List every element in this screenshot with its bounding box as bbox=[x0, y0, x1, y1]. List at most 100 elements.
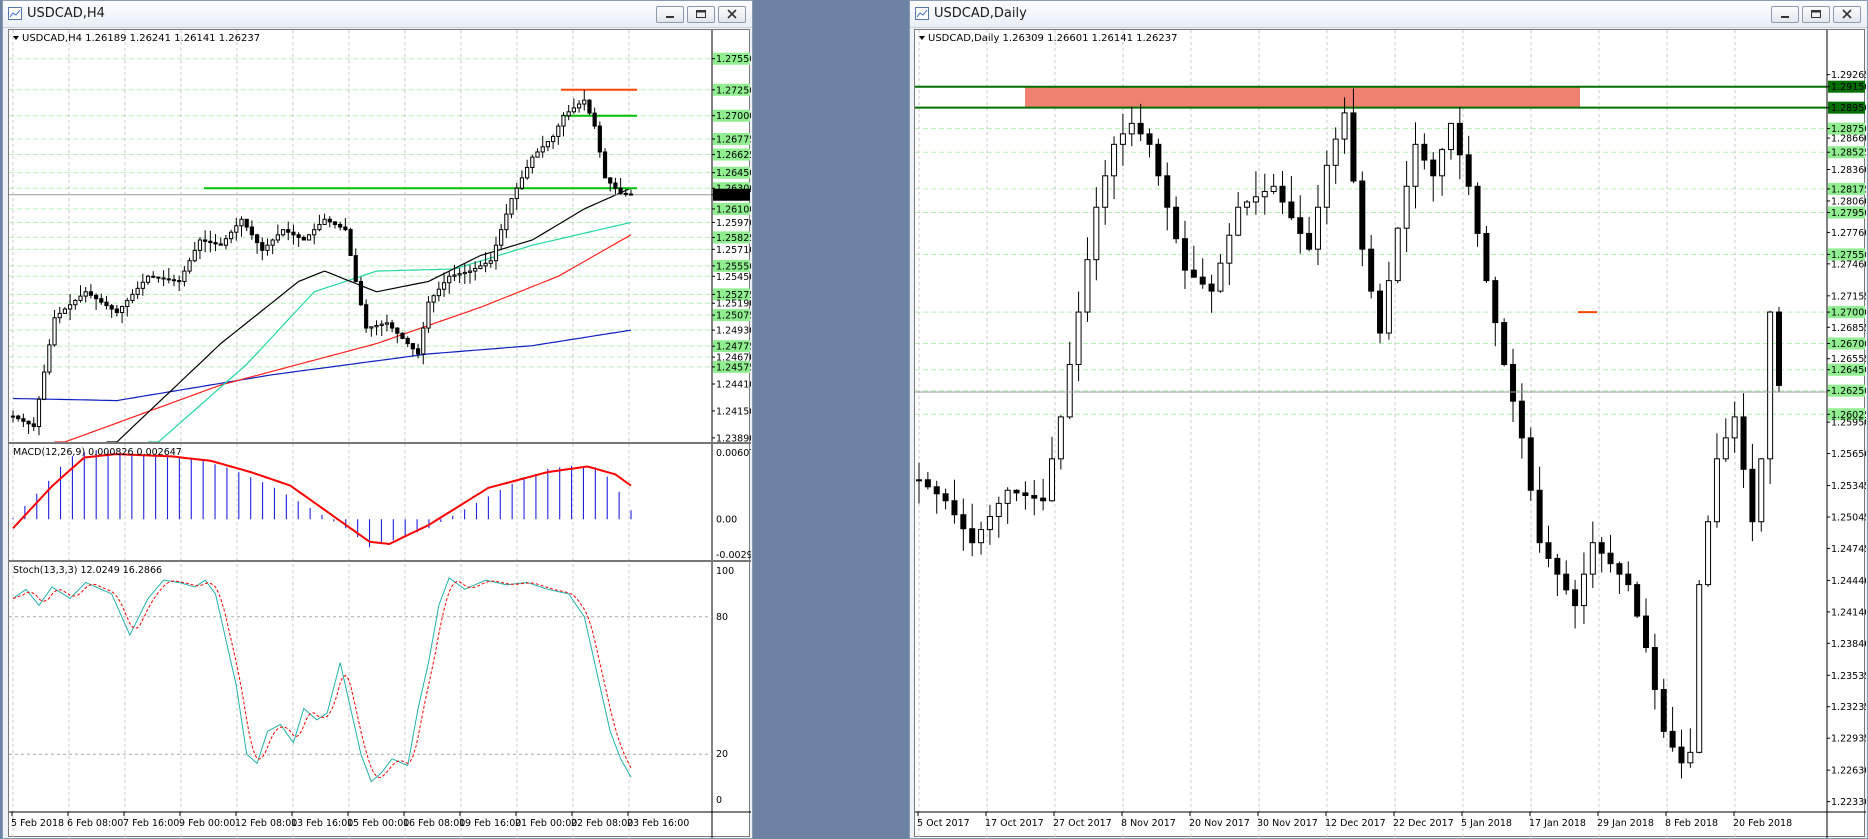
h4-candle-body bbox=[229, 231, 234, 240]
h4-price-chart[interactable]: USDCAD,H4 1.26189 1.26241 1.26141 1.2623… bbox=[8, 29, 751, 838]
price-label: 1.26700 bbox=[1831, 339, 1866, 350]
time-label: 22 Dec 2017 bbox=[1393, 818, 1454, 829]
h4-candle-body bbox=[291, 231, 296, 236]
minimize-button[interactable] bbox=[656, 6, 684, 23]
close-button[interactable] bbox=[1833, 6, 1861, 23]
price-label: 1.25970 bbox=[716, 218, 751, 229]
price-label: 1.27460 bbox=[1831, 259, 1866, 270]
daily-candle-body bbox=[986, 515, 993, 531]
h4-candle-body bbox=[52, 317, 57, 346]
daily-candle-body bbox=[1749, 468, 1756, 523]
price-label: 1.28060 bbox=[1831, 196, 1866, 207]
close-button[interactable] bbox=[718, 6, 746, 23]
close-icon bbox=[727, 9, 737, 19]
maximize-button[interactable] bbox=[1802, 6, 1830, 23]
h4-candle-body bbox=[332, 221, 338, 225]
price-label: 1.27000 bbox=[716, 111, 751, 122]
daily-candle-body bbox=[1022, 492, 1029, 497]
daily-candle-body bbox=[1199, 276, 1206, 285]
h4-candle-body bbox=[109, 305, 114, 310]
time-label: 17 Jan 2018 bbox=[1529, 818, 1586, 829]
price-label: 1.29150 bbox=[1831, 82, 1866, 93]
h4-candle-body bbox=[509, 198, 514, 215]
daily-candle-body bbox=[924, 479, 931, 488]
daily-price-chart[interactable]: USDCAD,Daily 1.26309 1.26601 1.26141 1.2… bbox=[914, 29, 1866, 838]
maximize-button[interactable] bbox=[687, 6, 715, 23]
time-label: 22 Feb 08:00 bbox=[571, 818, 633, 829]
daily-candle-body bbox=[1483, 232, 1490, 282]
time-label: 21 Feb 00:00 bbox=[515, 818, 577, 829]
daily-chart-window[interactable]: USDCAD,Daily USDCAD,Daily 1.26309 1.2660… bbox=[909, 0, 1868, 839]
h4-candle-body bbox=[83, 291, 88, 297]
price-label: 1.28950 bbox=[1831, 103, 1866, 114]
h4-candle-body bbox=[135, 287, 140, 295]
h4-chart-canvas[interactable]: USDCAD,H4 1.26189 1.26241 1.26141 1.2623… bbox=[9, 30, 751, 838]
price-label: 1.22935 bbox=[1831, 734, 1866, 745]
close-icon bbox=[1842, 9, 1852, 19]
minimize-button[interactable] bbox=[1771, 6, 1799, 23]
price-label: 1.27950 bbox=[1831, 208, 1866, 219]
h4-title-bar[interactable]: USDCAD,H4 bbox=[3, 1, 752, 28]
price-label: 1.28660 bbox=[1831, 134, 1866, 145]
h4-candle-body bbox=[551, 135, 556, 143]
h4-candle-body bbox=[608, 177, 613, 184]
price-label: 1.24440 bbox=[1831, 576, 1866, 587]
h4-candle-body bbox=[42, 371, 47, 400]
price-label: 1.22330 bbox=[1831, 797, 1866, 808]
h4-candle-body bbox=[358, 280, 364, 306]
price-label: 1.24150 bbox=[716, 406, 751, 417]
h4-candle-body bbox=[218, 243, 223, 246]
daily-candle-body bbox=[1279, 185, 1286, 203]
h4-candle-body bbox=[68, 304, 73, 310]
time-label: 29 Jan 2018 bbox=[1597, 818, 1654, 829]
price-label: 1.27250 bbox=[716, 85, 751, 96]
daily-candle-body bbox=[1705, 521, 1712, 586]
h4-candle-body bbox=[545, 141, 551, 148]
price-label: 1.22630 bbox=[1831, 766, 1866, 777]
price-label: 1.26450 bbox=[716, 168, 751, 179]
h4-candle-body bbox=[78, 295, 83, 301]
daily-candle-body bbox=[1580, 573, 1587, 607]
h4-candle-body bbox=[571, 107, 576, 113]
h4-candle-body bbox=[203, 239, 208, 242]
h4-chart-window[interactable]: USDCAD,H4 USDCAD,H4 1.26189 1.26241 1.26… bbox=[2, 0, 753, 839]
h4-candle-body bbox=[234, 225, 239, 233]
daily-candle-body bbox=[1474, 185, 1481, 234]
daily-candle-body bbox=[1013, 489, 1020, 494]
price-label: 1.25650 bbox=[1831, 449, 1866, 460]
h4-candle-body bbox=[171, 279, 177, 282]
h4-candle-body bbox=[530, 156, 535, 168]
price-label: 1.27760 bbox=[1831, 228, 1866, 239]
daily-candle-body bbox=[1545, 542, 1552, 559]
daily-price-axis: 1.292651.291501.289501.287501.286601.285… bbox=[1826, 30, 1866, 838]
time-label: 8 Nov 2017 bbox=[1121, 818, 1176, 829]
h4-candle-body bbox=[499, 229, 504, 246]
h4-candle-body bbox=[182, 270, 187, 282]
h4-candle-body bbox=[21, 418, 26, 422]
h4-candle-body bbox=[327, 218, 332, 223]
daily-candle-body bbox=[1740, 416, 1747, 470]
daily-title-bar[interactable]: USDCAD,Daily bbox=[910, 1, 1867, 28]
daily-candle-body bbox=[969, 528, 976, 544]
h4-header-text: USDCAD,H4 1.26189 1.26241 1.26141 1.2623… bbox=[22, 33, 260, 44]
stoch-scale: 100 bbox=[716, 566, 734, 577]
h4-candle-body bbox=[395, 327, 400, 334]
daily-candle-body bbox=[1439, 149, 1446, 177]
time-label: 30 Nov 2017 bbox=[1257, 818, 1318, 829]
price-label: 1.23535 bbox=[1831, 671, 1866, 682]
h4-candle-body bbox=[348, 229, 353, 257]
daily-chart-canvas[interactable]: USDCAD,Daily 1.26309 1.26601 1.26141 1.2… bbox=[915, 30, 1866, 838]
h4-candle-body bbox=[88, 291, 93, 296]
h4-candle-body bbox=[364, 304, 369, 329]
daily-candle-body bbox=[942, 493, 949, 502]
price-label: 1.25045 bbox=[1831, 513, 1866, 524]
h4-candle-body bbox=[239, 218, 244, 227]
macd-signal-line bbox=[12, 453, 632, 546]
time-label: 9 Feb 00:00 bbox=[179, 818, 235, 829]
daily-candle-body bbox=[1501, 322, 1508, 365]
h4-candle-body bbox=[452, 274, 457, 277]
daily-candle-body bbox=[1084, 259, 1091, 313]
daily-candle-body bbox=[1261, 191, 1268, 198]
daily-candle-body bbox=[1164, 175, 1171, 208]
daily-candle-body bbox=[1456, 122, 1463, 156]
